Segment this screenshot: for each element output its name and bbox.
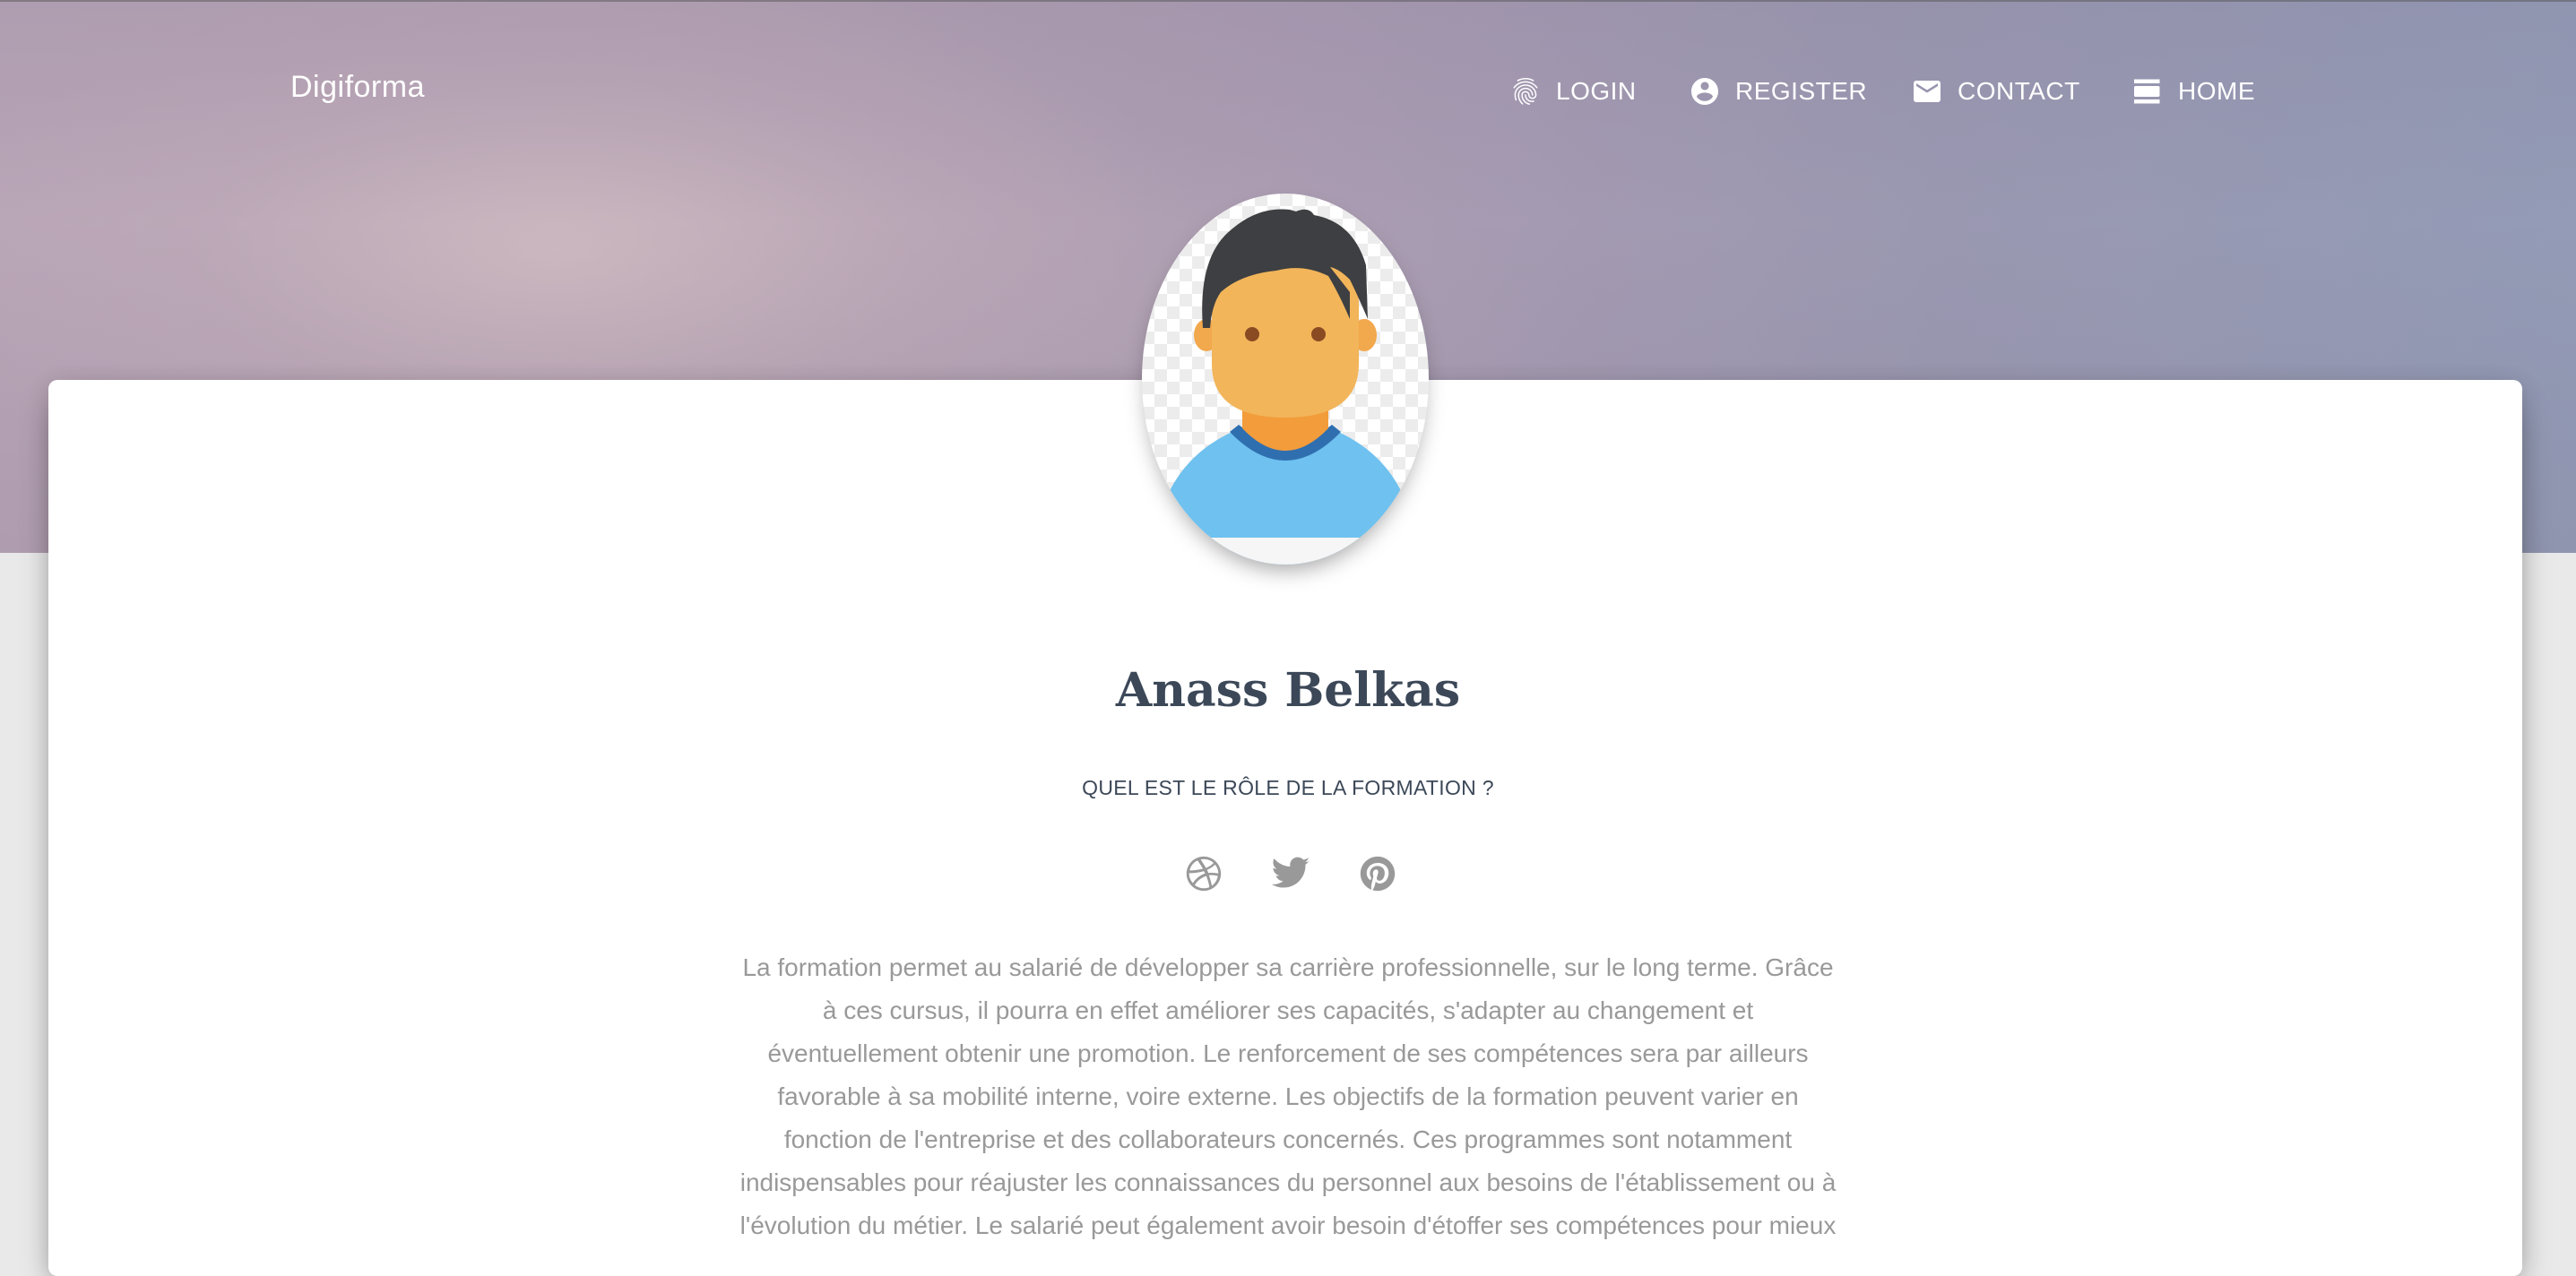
avatar-illustration xyxy=(1142,209,1429,565)
twitter-icon xyxy=(1271,857,1310,888)
pinterest-link[interactable] xyxy=(1357,853,1398,894)
pinterest-icon xyxy=(1360,856,1396,892)
twitter-link[interactable] xyxy=(1270,853,1311,894)
dribbble-link[interactable] xyxy=(1183,853,1224,894)
nav-login[interactable]: LOGIN xyxy=(1509,73,1637,109)
account-circle-icon xyxy=(1691,78,1718,105)
avatar xyxy=(1142,194,1429,565)
fingerprint-icon xyxy=(1513,78,1538,105)
profile-name: Anass Belkas xyxy=(1115,663,1461,718)
brand-logo[interactable]: Digiforma xyxy=(290,70,425,105)
profile-subtitle: QUEL EST LE RÔLE DE LA FORMATION ? xyxy=(1082,776,1494,799)
nav-login-label: LOGIN xyxy=(1556,77,1637,105)
nav-home[interactable]: HOME xyxy=(2131,73,2255,109)
mail-icon xyxy=(1914,81,1941,102)
nav-contact[interactable]: CONTACT xyxy=(1911,73,2080,109)
navbar: Digiforma LOGIN REGISTER CONTACT HOME xyxy=(0,0,2576,184)
view-day-icon xyxy=(2134,79,2160,104)
nav-contact-label: CONTACT xyxy=(1958,77,2080,105)
profile-description: La formation permet au salarié de dévelo… xyxy=(739,953,1837,1239)
nav-home-label: HOME xyxy=(2178,77,2255,105)
social-links xyxy=(1183,853,1398,896)
dribbble-icon xyxy=(1186,856,1222,892)
nav-register-label: REGISTER xyxy=(1735,77,1868,105)
nav-register[interactable]: REGISTER xyxy=(1689,73,1867,109)
